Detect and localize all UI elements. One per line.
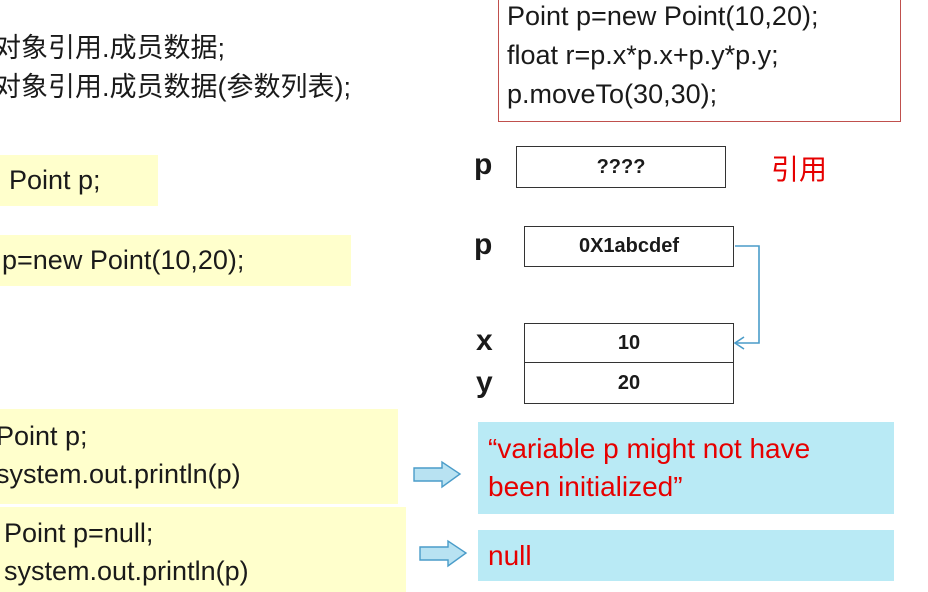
- example2-code-box: Point p=null; system.out.println(p): [0, 507, 406, 592]
- example1-arrow-icon: [413, 460, 462, 489]
- example1-code-line-2: system.out.println(p): [0, 459, 241, 489]
- reference-connector: [733, 245, 760, 350]
- example2-code-line-2: system.out.println(p): [4, 556, 249, 586]
- code-line-2: float r=p.x*p.x+p.y*p.y;: [507, 40, 779, 70]
- syntax-line-member-method: 对象引用.成员数据(参数列表);: [0, 72, 351, 102]
- syntax-line-member-data: 对象引用.成员数据;: [0, 33, 226, 63]
- cell-p-address: 0X1abcdef: [524, 226, 734, 267]
- example1-code-box: Point p; system.out.println(p): [0, 409, 398, 504]
- new-box: p=new Point(10,20);: [0, 235, 351, 286]
- example1-result-line-1: “variable p might not have: [488, 433, 811, 464]
- var-label-x: x: [476, 324, 493, 357]
- var-label-y: y: [476, 366, 493, 399]
- cell-p-uninitialized: ????: [516, 146, 726, 188]
- example2-arrow-icon: [419, 539, 468, 568]
- code-box: Point p=new Point(10,20); float r=p.x*p.…: [498, 0, 901, 122]
- example1-result-line-2: been initialized”: [488, 471, 683, 502]
- code-line-1: Point p=new Point(10,20);: [507, 1, 819, 31]
- example2-code-line-1: Point p=null;: [4, 518, 154, 548]
- var-label-p-uninitialized: p: [474, 148, 493, 181]
- cell-y-value: 20: [524, 362, 734, 404]
- example2-result-box: null: [478, 530, 894, 581]
- declare-box: Point p;: [0, 155, 158, 206]
- cell-x-value: 10: [524, 323, 734, 364]
- example1-result-box: “variable p might not have been initiali…: [478, 422, 894, 514]
- reference-label: 引用: [771, 154, 828, 185]
- example1-code-line-1: Point p;: [0, 421, 88, 451]
- code-line-3: p.moveTo(30,30);: [507, 79, 718, 109]
- var-label-p-reference: p: [474, 228, 493, 261]
